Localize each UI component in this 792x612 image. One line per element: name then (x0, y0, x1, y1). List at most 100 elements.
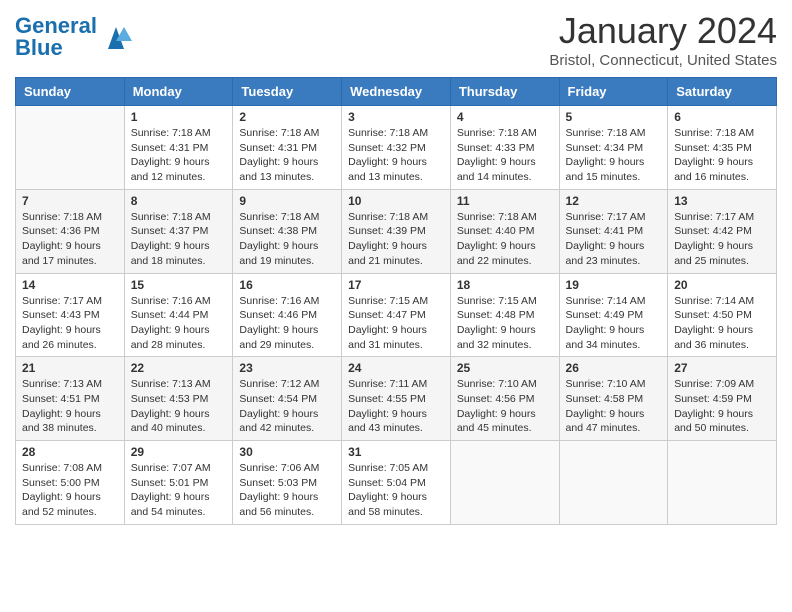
calendar-cell (559, 441, 668, 525)
calendar-week-3: 14 Sunrise: 7:17 AM Sunset: 4:43 PM Dayli… (16, 273, 777, 357)
calendar-cell: 26 Sunrise: 7:10 AM Sunset: 4:58 PM Dayli… (559, 357, 668, 441)
calendar-cell: 20 Sunrise: 7:14 AM Sunset: 4:50 PM Dayli… (668, 273, 777, 357)
day-number: 22 (131, 361, 227, 375)
calendar-cell: 5 Sunrise: 7:18 AM Sunset: 4:34 PM Daylig… (559, 106, 668, 190)
day-info: Sunrise: 7:18 AM Sunset: 4:38 PM Dayligh… (239, 210, 335, 269)
day-number: 12 (566, 194, 662, 208)
day-info: Sunrise: 7:16 AM Sunset: 4:46 PM Dayligh… (239, 294, 335, 353)
calendar-week-1: 1 Sunrise: 7:18 AM Sunset: 4:31 PM Daylig… (16, 106, 777, 190)
day-info: Sunrise: 7:18 AM Sunset: 4:31 PM Dayligh… (131, 126, 227, 185)
day-info: Sunrise: 7:11 AM Sunset: 4:55 PM Dayligh… (348, 377, 444, 436)
day-info: Sunrise: 7:13 AM Sunset: 4:53 PM Dayligh… (131, 377, 227, 436)
calendar-cell: 8 Sunrise: 7:18 AM Sunset: 4:37 PM Daylig… (124, 189, 233, 273)
day-number: 1 (131, 110, 227, 124)
header-saturday: Saturday (668, 78, 777, 106)
day-number: 26 (566, 361, 662, 375)
day-number: 21 (22, 361, 118, 375)
calendar-cell: 11 Sunrise: 7:18 AM Sunset: 4:40 PM Dayli… (450, 189, 559, 273)
day-number: 14 (22, 278, 118, 292)
logo: General Blue (15, 15, 132, 59)
calendar-cell: 31 Sunrise: 7:05 AM Sunset: 5:04 PM Dayli… (342, 441, 451, 525)
day-number: 30 (239, 445, 335, 459)
day-number: 25 (457, 361, 553, 375)
calendar-cell: 9Sunrise: 7:18 AM Sunset: 4:38 PM Daylig… (233, 189, 342, 273)
day-info: Sunrise: 7:10 AM Sunset: 4:58 PM Dayligh… (566, 377, 662, 436)
subtitle: Bristol, Connecticut, United States (549, 52, 777, 69)
day-info: Sunrise: 7:15 AM Sunset: 4:47 PM Dayligh… (348, 294, 444, 353)
calendar-cell: 18 Sunrise: 7:15 AM Sunset: 4:48 PM Dayli… (450, 273, 559, 357)
calendar-cell: 22 Sunrise: 7:13 AM Sunset: 4:53 PM Dayli… (124, 357, 233, 441)
day-number: 5 (566, 110, 662, 124)
day-info: Sunrise: 7:17 AM Sunset: 4:42 PM Dayligh… (674, 210, 770, 269)
day-number: 18 (457, 278, 553, 292)
calendar-cell (668, 441, 777, 525)
day-info: Sunrise: 7:18 AM Sunset: 4:34 PM Dayligh… (566, 126, 662, 185)
calendar-cell (450, 441, 559, 525)
calendar-cell: 10 Sunrise: 7:18 AM Sunset: 4:39 PM Dayli… (342, 189, 451, 273)
calendar-cell: 27Sunrise: 7:09 AM Sunset: 4:59 PM Dayli… (668, 357, 777, 441)
calendar-cell: 14 Sunrise: 7:17 AM Sunset: 4:43 PM Dayli… (16, 273, 125, 357)
calendar-cell: 15 Sunrise: 7:16 AM Sunset: 4:44 PM Dayli… (124, 273, 233, 357)
day-info: Sunrise: 7:14 AM Sunset: 4:50 PM Dayligh… (674, 294, 770, 353)
main-title: January 2024 (549, 10, 777, 52)
day-info: Sunrise: 7:05 AM Sunset: 5:04 PM Dayligh… (348, 461, 444, 520)
day-number: 15 (131, 278, 227, 292)
calendar: SundayMondayTuesdayWednesdayThursdayFrid… (15, 77, 777, 525)
day-number: 4 (457, 110, 553, 124)
day-info: Sunrise: 7:18 AM Sunset: 4:36 PM Dayligh… (22, 210, 118, 269)
day-number: 10 (348, 194, 444, 208)
calendar-cell: 6 Sunrise: 7:18 AM Sunset: 4:35 PM Daylig… (668, 106, 777, 190)
day-info: Sunrise: 7:18 AM Sunset: 4:40 PM Dayligh… (457, 210, 553, 269)
title-area: January 2024 Bristol, Connecticut, Unite… (549, 10, 777, 69)
header-thursday: Thursday (450, 78, 559, 106)
header-friday: Friday (559, 78, 668, 106)
day-number: 2 (239, 110, 335, 124)
day-number: 13 (674, 194, 770, 208)
day-number: 6 (674, 110, 770, 124)
day-info: Sunrise: 7:18 AM Sunset: 4:37 PM Dayligh… (131, 210, 227, 269)
day-number: 31 (348, 445, 444, 459)
calendar-cell: 1 Sunrise: 7:18 AM Sunset: 4:31 PM Daylig… (124, 106, 233, 190)
day-info: Sunrise: 7:17 AM Sunset: 4:43 PM Dayligh… (22, 294, 118, 353)
day-number: 20 (674, 278, 770, 292)
day-info: Sunrise: 7:13 AM Sunset: 4:51 PM Dayligh… (22, 377, 118, 436)
calendar-cell: 17 Sunrise: 7:15 AM Sunset: 4:47 PM Dayli… (342, 273, 451, 357)
calendar-week-4: 21 Sunrise: 7:13 AM Sunset: 4:51 PM Dayli… (16, 357, 777, 441)
logo-icon (100, 21, 132, 53)
header: General Blue January 2024 Bristol, Conne… (15, 10, 777, 69)
header-tuesday: Tuesday (233, 78, 342, 106)
day-number: 28 (22, 445, 118, 459)
day-number: 23 (239, 361, 335, 375)
calendar-cell: 23 Sunrise: 7:12 AM Sunset: 4:54 PM Dayli… (233, 357, 342, 441)
calendar-cell: 19Sunrise: 7:14 AM Sunset: 4:49 PM Dayli… (559, 273, 668, 357)
calendar-cell: 2Sunrise: 7:18 AM Sunset: 4:31 PM Daylig… (233, 106, 342, 190)
day-number: 8 (131, 194, 227, 208)
day-number: 7 (22, 194, 118, 208)
day-number: 17 (348, 278, 444, 292)
day-info: Sunrise: 7:18 AM Sunset: 4:32 PM Dayligh… (348, 126, 444, 185)
calendar-cell: 3Sunrise: 7:18 AM Sunset: 4:32 PM Daylig… (342, 106, 451, 190)
calendar-cell (16, 106, 125, 190)
day-info: Sunrise: 7:08 AM Sunset: 5:00 PM Dayligh… (22, 461, 118, 520)
calendar-cell: 12 Sunrise: 7:17 AM Sunset: 4:41 PM Dayli… (559, 189, 668, 273)
calendar-cell: 21 Sunrise: 7:13 AM Sunset: 4:51 PM Dayli… (16, 357, 125, 441)
calendar-cell: 28 Sunrise: 7:08 AM Sunset: 5:00 PM Dayli… (16, 441, 125, 525)
day-info: Sunrise: 7:18 AM Sunset: 4:39 PM Dayligh… (348, 210, 444, 269)
day-info: Sunrise: 7:18 AM Sunset: 4:35 PM Dayligh… (674, 126, 770, 185)
day-number: 16 (239, 278, 335, 292)
day-info: Sunrise: 7:17 AM Sunset: 4:41 PM Dayligh… (566, 210, 662, 269)
header-sunday: Sunday (16, 78, 125, 106)
calendar-cell: 25Sunrise: 7:10 AM Sunset: 4:56 PM Dayli… (450, 357, 559, 441)
calendar-cell: 13 Sunrise: 7:17 AM Sunset: 4:42 PM Dayli… (668, 189, 777, 273)
day-info: Sunrise: 7:18 AM Sunset: 4:33 PM Dayligh… (457, 126, 553, 185)
calendar-week-2: 7 Sunrise: 7:18 AM Sunset: 4:36 PM Daylig… (16, 189, 777, 273)
day-number: 11 (457, 194, 553, 208)
day-info: Sunrise: 7:09 AM Sunset: 4:59 PM Dayligh… (674, 377, 770, 436)
calendar-header-row: SundayMondayTuesdayWednesdayThursdayFrid… (16, 78, 777, 106)
day-number: 29 (131, 445, 227, 459)
day-info: Sunrise: 7:15 AM Sunset: 4:48 PM Dayligh… (457, 294, 553, 353)
day-info: Sunrise: 7:12 AM Sunset: 4:54 PM Dayligh… (239, 377, 335, 436)
day-number: 19 (566, 278, 662, 292)
calendar-week-5: 28 Sunrise: 7:08 AM Sunset: 5:00 PM Dayli… (16, 441, 777, 525)
day-info: Sunrise: 7:16 AM Sunset: 4:44 PM Dayligh… (131, 294, 227, 353)
